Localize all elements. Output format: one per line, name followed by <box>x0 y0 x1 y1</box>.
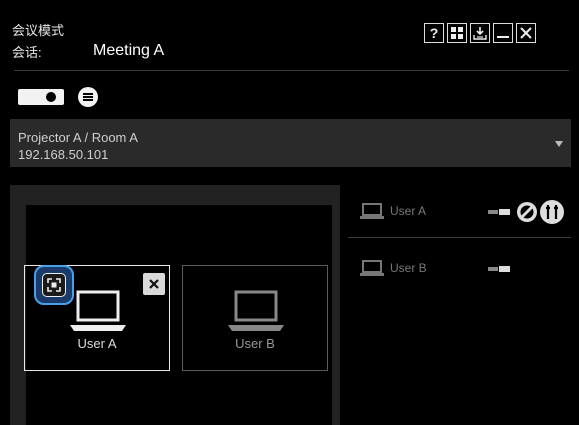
user-name: User A <box>390 204 427 218</box>
remove-tile-button[interactable] <box>143 273 165 295</box>
tile-label: User A <box>77 336 117 351</box>
laptop-icon <box>360 203 384 219</box>
laptop-icon <box>70 290 126 331</box>
block-icon[interactable] <box>515 200 539 224</box>
mode-label: 会议模式 <box>12 23 65 38</box>
list-icon[interactable] <box>78 87 98 107</box>
session-name: Meeting A <box>93 42 165 59</box>
tools-icon[interactable] <box>540 200 564 224</box>
projector-ip: 192.168.50.101 <box>18 147 109 162</box>
projector-name: Projector A / Room A <box>18 130 138 145</box>
close-icon <box>149 279 159 289</box>
minimize-button[interactable] <box>493 23 513 43</box>
laptop-icon <box>228 290 284 331</box>
close-button[interactable] <box>516 23 536 43</box>
header-divider <box>14 70 569 71</box>
chevron-down-icon <box>555 141 563 147</box>
help-button[interactable]: ? <box>424 23 444 43</box>
fullscreen-button[interactable] <box>34 265 74 305</box>
user-separator <box>348 237 571 238</box>
stage-tile-user-b[interactable]: User B <box>182 265 328 371</box>
user-row-b[interactable]: User B <box>352 247 571 291</box>
projector-selector[interactable]: Projector A / Room A 192.168.50.101 <box>10 119 571 167</box>
minimize-icon <box>497 36 509 38</box>
download-icon <box>473 27 487 40</box>
window-controls: ? <box>424 23 536 43</box>
help-icon: ? <box>429 25 439 41</box>
grid-icon <box>451 27 463 39</box>
toggle-icon[interactable] <box>488 266 510 272</box>
download-button[interactable] <box>470 23 490 43</box>
projector-icon[interactable] <box>18 89 64 105</box>
user-name: User B <box>390 261 427 275</box>
laptop-icon <box>360 260 384 276</box>
toggle-icon[interactable] <box>488 209 510 215</box>
user-row-a[interactable]: User A <box>352 190 571 234</box>
fullscreen-icon <box>47 278 61 292</box>
close-icon <box>520 27 532 39</box>
tile-label: User B <box>235 336 275 351</box>
layout-button[interactable] <box>447 23 467 43</box>
session-label: 会话: <box>12 45 42 60</box>
